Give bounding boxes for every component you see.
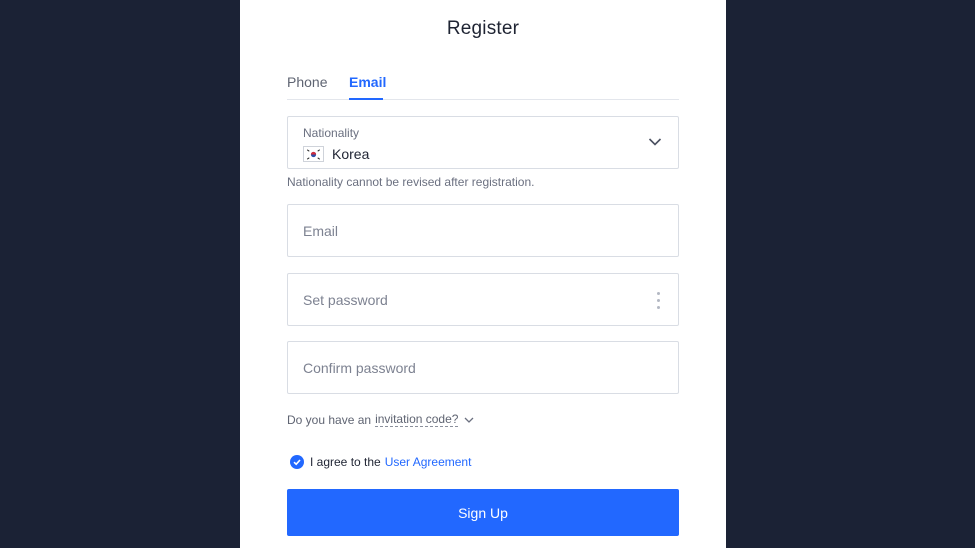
check-icon: [293, 459, 301, 466]
agreement-row: I agree to the User Agreement: [290, 455, 471, 469]
kebab-icon[interactable]: [657, 292, 661, 309]
email-field[interactable]: [288, 205, 678, 256]
nationality-value: Korea: [303, 146, 369, 162]
invitation-code-link[interactable]: invitation code?: [375, 412, 459, 427]
kebab-dot: [657, 292, 660, 295]
kebab-dot: [657, 306, 660, 309]
confirm-password-field[interactable]: [288, 342, 678, 393]
password-field[interactable]: [288, 274, 678, 325]
chevron-down-icon[interactable]: [464, 415, 474, 425]
user-agreement-link[interactable]: User Agreement: [385, 455, 472, 469]
tab-phone[interactable]: Phone: [287, 74, 327, 90]
agreement-checkbox[interactable]: [290, 455, 304, 469]
invitation-prefix: Do you have an: [287, 412, 372, 427]
korea-flag-icon: [303, 146, 324, 162]
nationality-select[interactable]: Nationality Korea: [287, 116, 679, 169]
invitation-code-row: Do you have an invitation code?: [287, 412, 474, 427]
nationality-label: Nationality: [303, 126, 360, 140]
chevron-down-icon[interactable]: [648, 135, 662, 149]
active-tab-indicator: [349, 98, 383, 100]
register-tabs: Phone Email: [287, 72, 679, 100]
confirm-password-field-wrapper: [287, 341, 679, 394]
page-title: Register: [446, 18, 520, 39]
kebab-dot: [657, 299, 660, 302]
tab-email[interactable]: Email: [349, 74, 386, 90]
sign-up-button[interactable]: Sign Up: [287, 489, 679, 536]
page-backdrop: Register Phone Email Nationality Korea N…: [0, 0, 975, 548]
nationality-hint: Nationality cannot be revised after regi…: [287, 175, 535, 189]
email-field-wrapper: [287, 204, 679, 257]
agreement-prefix: I agree to the: [310, 455, 381, 469]
register-card: Register Phone Email Nationality Korea N…: [240, 0, 726, 548]
password-field-wrapper: [287, 273, 679, 326]
nationality-value-text: Korea: [332, 146, 370, 162]
